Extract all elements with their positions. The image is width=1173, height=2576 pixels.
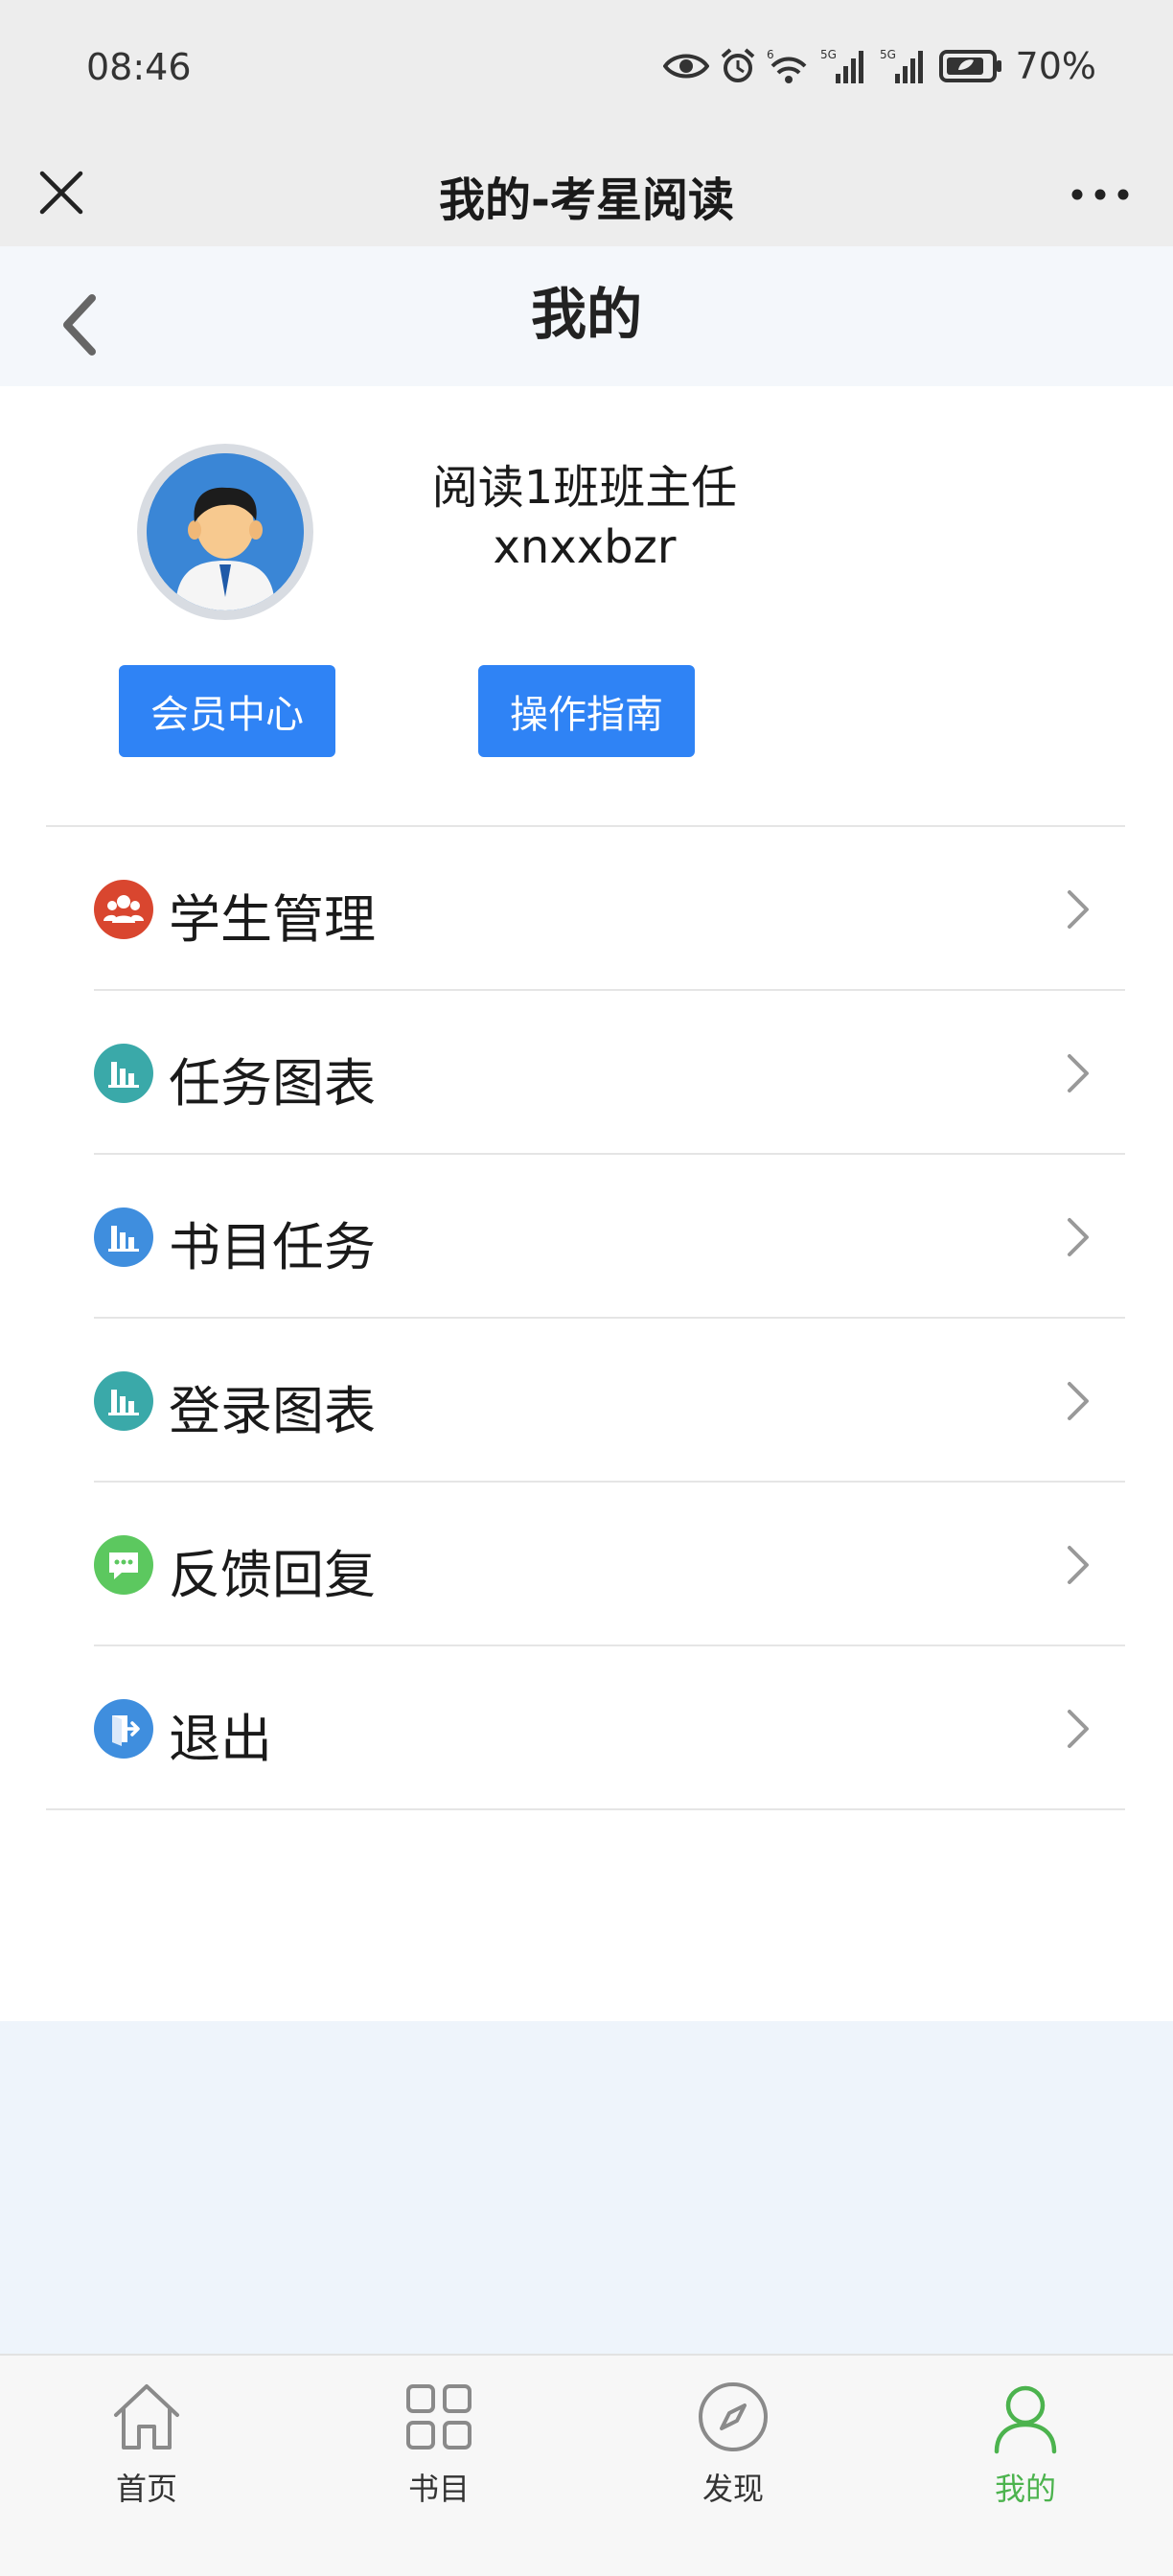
menu-list: 学生管理 任务图表 书目任务 登录图表 反馈回复 退出 [0, 827, 1173, 1810]
page-header: 我的 [0, 246, 1173, 386]
user-display-name: 阅读1班班主任 [431, 461, 738, 515]
net-label-1: 6 [767, 48, 774, 61]
user-guide-button[interactable]: 操作指南 [478, 665, 695, 757]
bottom-tab-bar: 首页 书目 发现 我的 [0, 2354, 1173, 2576]
avatar [137, 444, 313, 620]
menu-item-logout[interactable]: 退出 [0, 1646, 1173, 1810]
signal-icon-2: 5G [880, 48, 923, 83]
home-icon [114, 2384, 179, 2450]
exit-icon [94, 1699, 153, 1759]
person-icon [994, 2385, 1057, 2454]
tab-discover[interactable]: 发现 [637, 2377, 829, 2511]
menu-item-label: 学生管理 [169, 889, 376, 950]
net-label-3: 5G [880, 48, 896, 61]
more-icon [1071, 189, 1129, 200]
tab-label: 书目 [407, 2471, 470, 2507]
bar-chart-icon [94, 1371, 153, 1431]
menu-item-label: 退出 [169, 1709, 272, 1769]
menu-item-student-management[interactable]: 学生管理 [0, 827, 1173, 991]
menu-item-label: 反馈回复 [169, 1545, 376, 1605]
wifi-icon: 6 [767, 48, 806, 83]
tab-label: 首页 [115, 2471, 177, 2507]
user-avatar-icon [147, 453, 304, 610]
battery-percent: 70% [1015, 45, 1096, 87]
menu-item-label: 任务图表 [169, 1053, 376, 1114]
chevron-right-icon [1068, 1054, 1089, 1092]
profile-panel: 阅读1班班主任 xnxxbzr 会员中心 操作指南 学生管理 任务图表 书目任务… [0, 386, 1173, 2021]
chevron-right-icon [1068, 1710, 1089, 1748]
tab-label: 发现 [702, 2471, 764, 2507]
menu-item-login-charts[interactable]: 登录图表 [0, 1319, 1173, 1483]
tab-home[interactable]: 首页 [51, 2377, 242, 2511]
signal-icon: 5G [820, 48, 863, 83]
chevron-right-icon [1068, 1218, 1089, 1256]
eye-icon [662, 54, 709, 79]
window-title: 我的-考星阅读 [439, 173, 734, 227]
grid-icon [406, 2384, 472, 2450]
chevron-right-icon [1068, 890, 1089, 929]
battery-icon [938, 50, 1001, 82]
chevron-right-icon [1068, 1382, 1089, 1420]
alarm-icon [721, 48, 754, 82]
menu-item-feedback-replies[interactable]: 反馈回复 [0, 1483, 1173, 1646]
username: xnxxbzr [493, 520, 677, 574]
page-title: 我的 [530, 282, 642, 347]
more-button[interactable] [1066, 168, 1135, 221]
title-bar: 我的-考星阅读 [0, 139, 1173, 246]
chevron-right-icon [1068, 1546, 1089, 1584]
tab-label: 我的 [994, 2471, 1056, 2507]
bar-chart-icon [94, 1044, 153, 1103]
menu-item-label: 登录图表 [169, 1381, 376, 1441]
bar-chart-icon [94, 1208, 153, 1267]
status-icons: 6 5G 5G 70% [662, 42, 1096, 90]
divider [46, 1808, 1125, 1810]
tab-mine[interactable]: 我的 [930, 2377, 1121, 2511]
group-icon [94, 880, 153, 939]
net-label-2: 5G [820, 48, 837, 61]
compass-icon [699, 2382, 768, 2451]
menu-item-book-tasks[interactable]: 书目任务 [0, 1155, 1173, 1319]
tab-catalog[interactable]: 书目 [343, 2377, 535, 2511]
status-bar: 08:46 6 5G 5G 70% [0, 0, 1173, 139]
message-icon [94, 1535, 153, 1595]
menu-item-label: 书目任务 [169, 1217, 376, 1277]
member-center-button[interactable]: 会员中心 [119, 665, 335, 757]
menu-item-task-charts[interactable]: 任务图表 [0, 991, 1173, 1155]
status-time: 08:46 [86, 46, 192, 88]
